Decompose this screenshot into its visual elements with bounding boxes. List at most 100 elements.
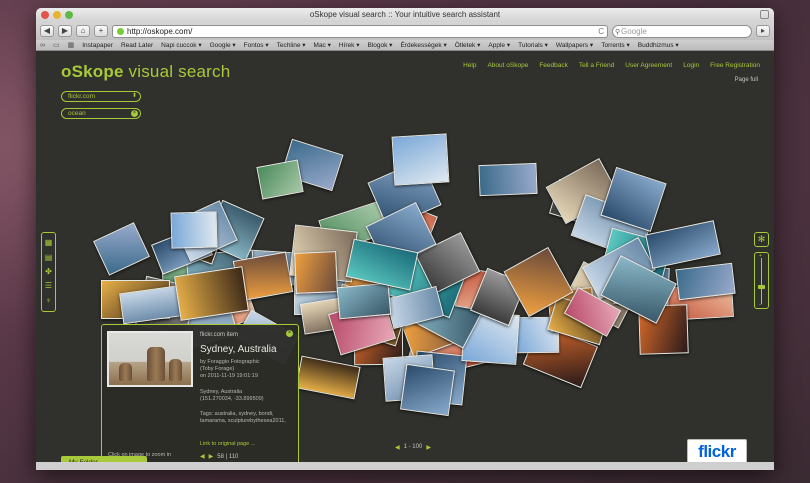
toolbar-toggle-button[interactable] — [760, 10, 769, 19]
page-full-label: Page full — [734, 77, 758, 83]
collage-photo[interactable] — [170, 211, 218, 249]
nav-link[interactable]: Tell a Friend — [579, 62, 614, 69]
clear-search-icon[interactable]: × — [131, 110, 138, 117]
oskope-page: oSkope visual search Help About oSkope Fee… — [36, 52, 774, 470]
browser-toolbar: ◀ ▶ ⌂ + http://oskope.com/ C ⚲ Google ▸ — [36, 22, 774, 40]
bookmark-item[interactable]: Read Later — [121, 42, 153, 49]
collage-photo[interactable] — [675, 262, 737, 300]
view-mode-toolbar: ▦ ▤ ✤ ☰ ♆ — [41, 232, 56, 312]
bookmark-item[interactable]: Napi cuccok ▾ — [161, 41, 201, 49]
bookmark-item[interactable]: Wallpapers ▾ — [556, 41, 593, 49]
item-pager: ◀ ▶ 58 | 110 — [200, 453, 239, 461]
tree-view-icon[interactable]: ♆ — [46, 296, 52, 305]
nav-link[interactable]: Help — [463, 62, 476, 69]
zoom-controls: ✻ + − — [754, 232, 769, 309]
zoom-window-button[interactable] — [65, 11, 73, 19]
reload-icon[interactable]: C — [598, 26, 604, 37]
item-pager-text: 58 | 110 — [217, 453, 239, 460]
prev-item-icon[interactable]: ◀ — [200, 453, 205, 460]
zoom-knob[interactable] — [758, 285, 765, 289]
bookmark-item[interactable]: Buddhizmus ▾ — [638, 41, 679, 49]
bookmark-item[interactable]: Ötletek ▾ — [455, 41, 481, 49]
pile-view-icon[interactable]: ✤ — [45, 267, 52, 276]
collage-photo[interactable] — [391, 132, 450, 186]
nav-link[interactable]: Login — [683, 62, 699, 69]
original-page-link[interactable]: Link to original page ... — [200, 441, 255, 447]
item-title: Sydney, Australia — [200, 344, 277, 355]
bookmark-item[interactable]: Blogok ▾ — [368, 41, 393, 49]
item-thumbnail[interactable] — [107, 331, 193, 387]
add-bookmark-button[interactable]: + — [94, 25, 108, 37]
search-icon: ⚲ — [615, 28, 621, 36]
item-author: by Foraggio Fotographic (Toby Forage) on 2… — [200, 359, 260, 379]
back-button[interactable]: ◀ — [40, 25, 54, 37]
zoom-track — [761, 258, 762, 304]
item-location: Sydney, Australia (151.270034, -33.899509… — [200, 389, 264, 402]
statue-shape — [119, 363, 132, 381]
forward-button[interactable]: ▶ — [58, 25, 72, 37]
statue-shape — [147, 347, 165, 381]
search-placeholder: Google — [621, 26, 647, 36]
nav-link[interactable]: Feedback — [539, 62, 568, 69]
next-page-icon[interactable]: ▶ — [426, 444, 431, 451]
collage-photo[interactable] — [256, 159, 304, 200]
home-button[interactable]: ⌂ — [76, 25, 90, 37]
bookmark-item[interactable]: Hírek ▾ — [339, 41, 360, 49]
zoom-slider[interactable]: + − — [754, 252, 769, 309]
bookmark-item[interactable]: Tutorials ▾ — [518, 41, 548, 49]
collage-photo[interactable] — [478, 162, 538, 196]
close-panel-icon[interactable]: × — [286, 330, 293, 337]
collage-photo[interactable] — [93, 221, 150, 275]
top-sites-icon[interactable]: ▦ — [68, 41, 75, 49]
nav-link[interactable]: Free Registration — [710, 62, 760, 69]
nav-link[interactable]: About oSkope — [487, 62, 528, 69]
minimize-window-button[interactable] — [53, 11, 61, 19]
select-arrows-icon: ⬍ — [131, 93, 137, 99]
site-nav: Help About oSkope Feedback Tell a Friend Use… — [463, 62, 760, 69]
grid-view-icon[interactable]: ▦ — [45, 239, 53, 247]
collage-photo[interactable] — [336, 283, 392, 320]
collage-photo[interactable] — [645, 220, 721, 270]
source-select[interactable]: flickr.com ⬍ — [61, 91, 141, 102]
settings-gear-icon[interactable]: ✻ — [754, 232, 769, 247]
close-window-button[interactable] — [41, 11, 49, 19]
bookmark-item[interactable]: Mac ▾ — [314, 41, 331, 49]
bookmarks-book-icon[interactable]: ▭ — [53, 41, 60, 49]
collage-photo[interactable] — [400, 363, 456, 416]
window-controls — [41, 11, 73, 19]
item-tags: Tags: australia, sydney, bondi, tamarama… — [200, 411, 286, 424]
bookmarks-bar: ∞ ▭ ▦ Instapaper Read Later Napi cuccok ▾ G… — [36, 40, 774, 51]
next-item-icon[interactable]: ▶ — [209, 453, 214, 460]
bookmark-item[interactable]: Apple ▾ — [488, 41, 510, 49]
statue-shape — [169, 359, 182, 381]
bookmark-item[interactable]: Google ▾ — [210, 41, 236, 49]
url-text: http://oskope.com/ — [127, 26, 193, 36]
nav-link[interactable]: User Agreement — [625, 62, 672, 69]
status-bar — [36, 462, 774, 470]
address-bar[interactable]: http://oskope.com/ C — [112, 24, 608, 38]
list-view-icon[interactable]: ☰ — [45, 282, 52, 290]
bookmark-item[interactable]: Techline ▾ — [277, 41, 306, 49]
site-logo[interactable]: oSkope visual search — [61, 62, 230, 82]
bookmark-item[interactable]: Instapaper — [82, 42, 113, 49]
zoom-out-icon[interactable]: − — [759, 302, 762, 308]
prev-page-icon[interactable]: ◀ — [395, 444, 400, 451]
search-field[interactable]: ⚲ Google — [612, 24, 752, 38]
bookmark-item[interactable]: Torrents ▾ — [601, 41, 630, 49]
browser-window: oSkope visual search :: Your intuitive s… — [36, 8, 774, 470]
query-input[interactable]: ocean × — [61, 108, 141, 119]
results-range: 1 - 100 — [403, 444, 423, 450]
item-info-panel: flickr.com item × Sydney, Australia by F… — [101, 324, 299, 467]
stack-view-icon[interactable]: ▤ — [45, 253, 53, 262]
collage-photo[interactable] — [295, 356, 361, 400]
title-bar: oSkope visual search :: Your intuitive s… — [36, 8, 774, 22]
bookmark-item[interactable]: Érdekességek ▾ — [400, 41, 446, 49]
site-icon — [117, 27, 124, 35]
page-menu-button[interactable]: ▸ — [756, 25, 770, 37]
bookmark-item[interactable]: Fontos ▾ — [244, 41, 269, 49]
reading-list-icon[interactable]: ∞ — [40, 42, 45, 49]
collage-photo[interactable] — [293, 251, 338, 294]
window-title: oSkope visual search :: Your intuitive s… — [309, 10, 501, 19]
item-source: flickr.com item — [200, 332, 239, 338]
results-pager: ◀ 1 - 100 ▶ — [395, 444, 431, 451]
